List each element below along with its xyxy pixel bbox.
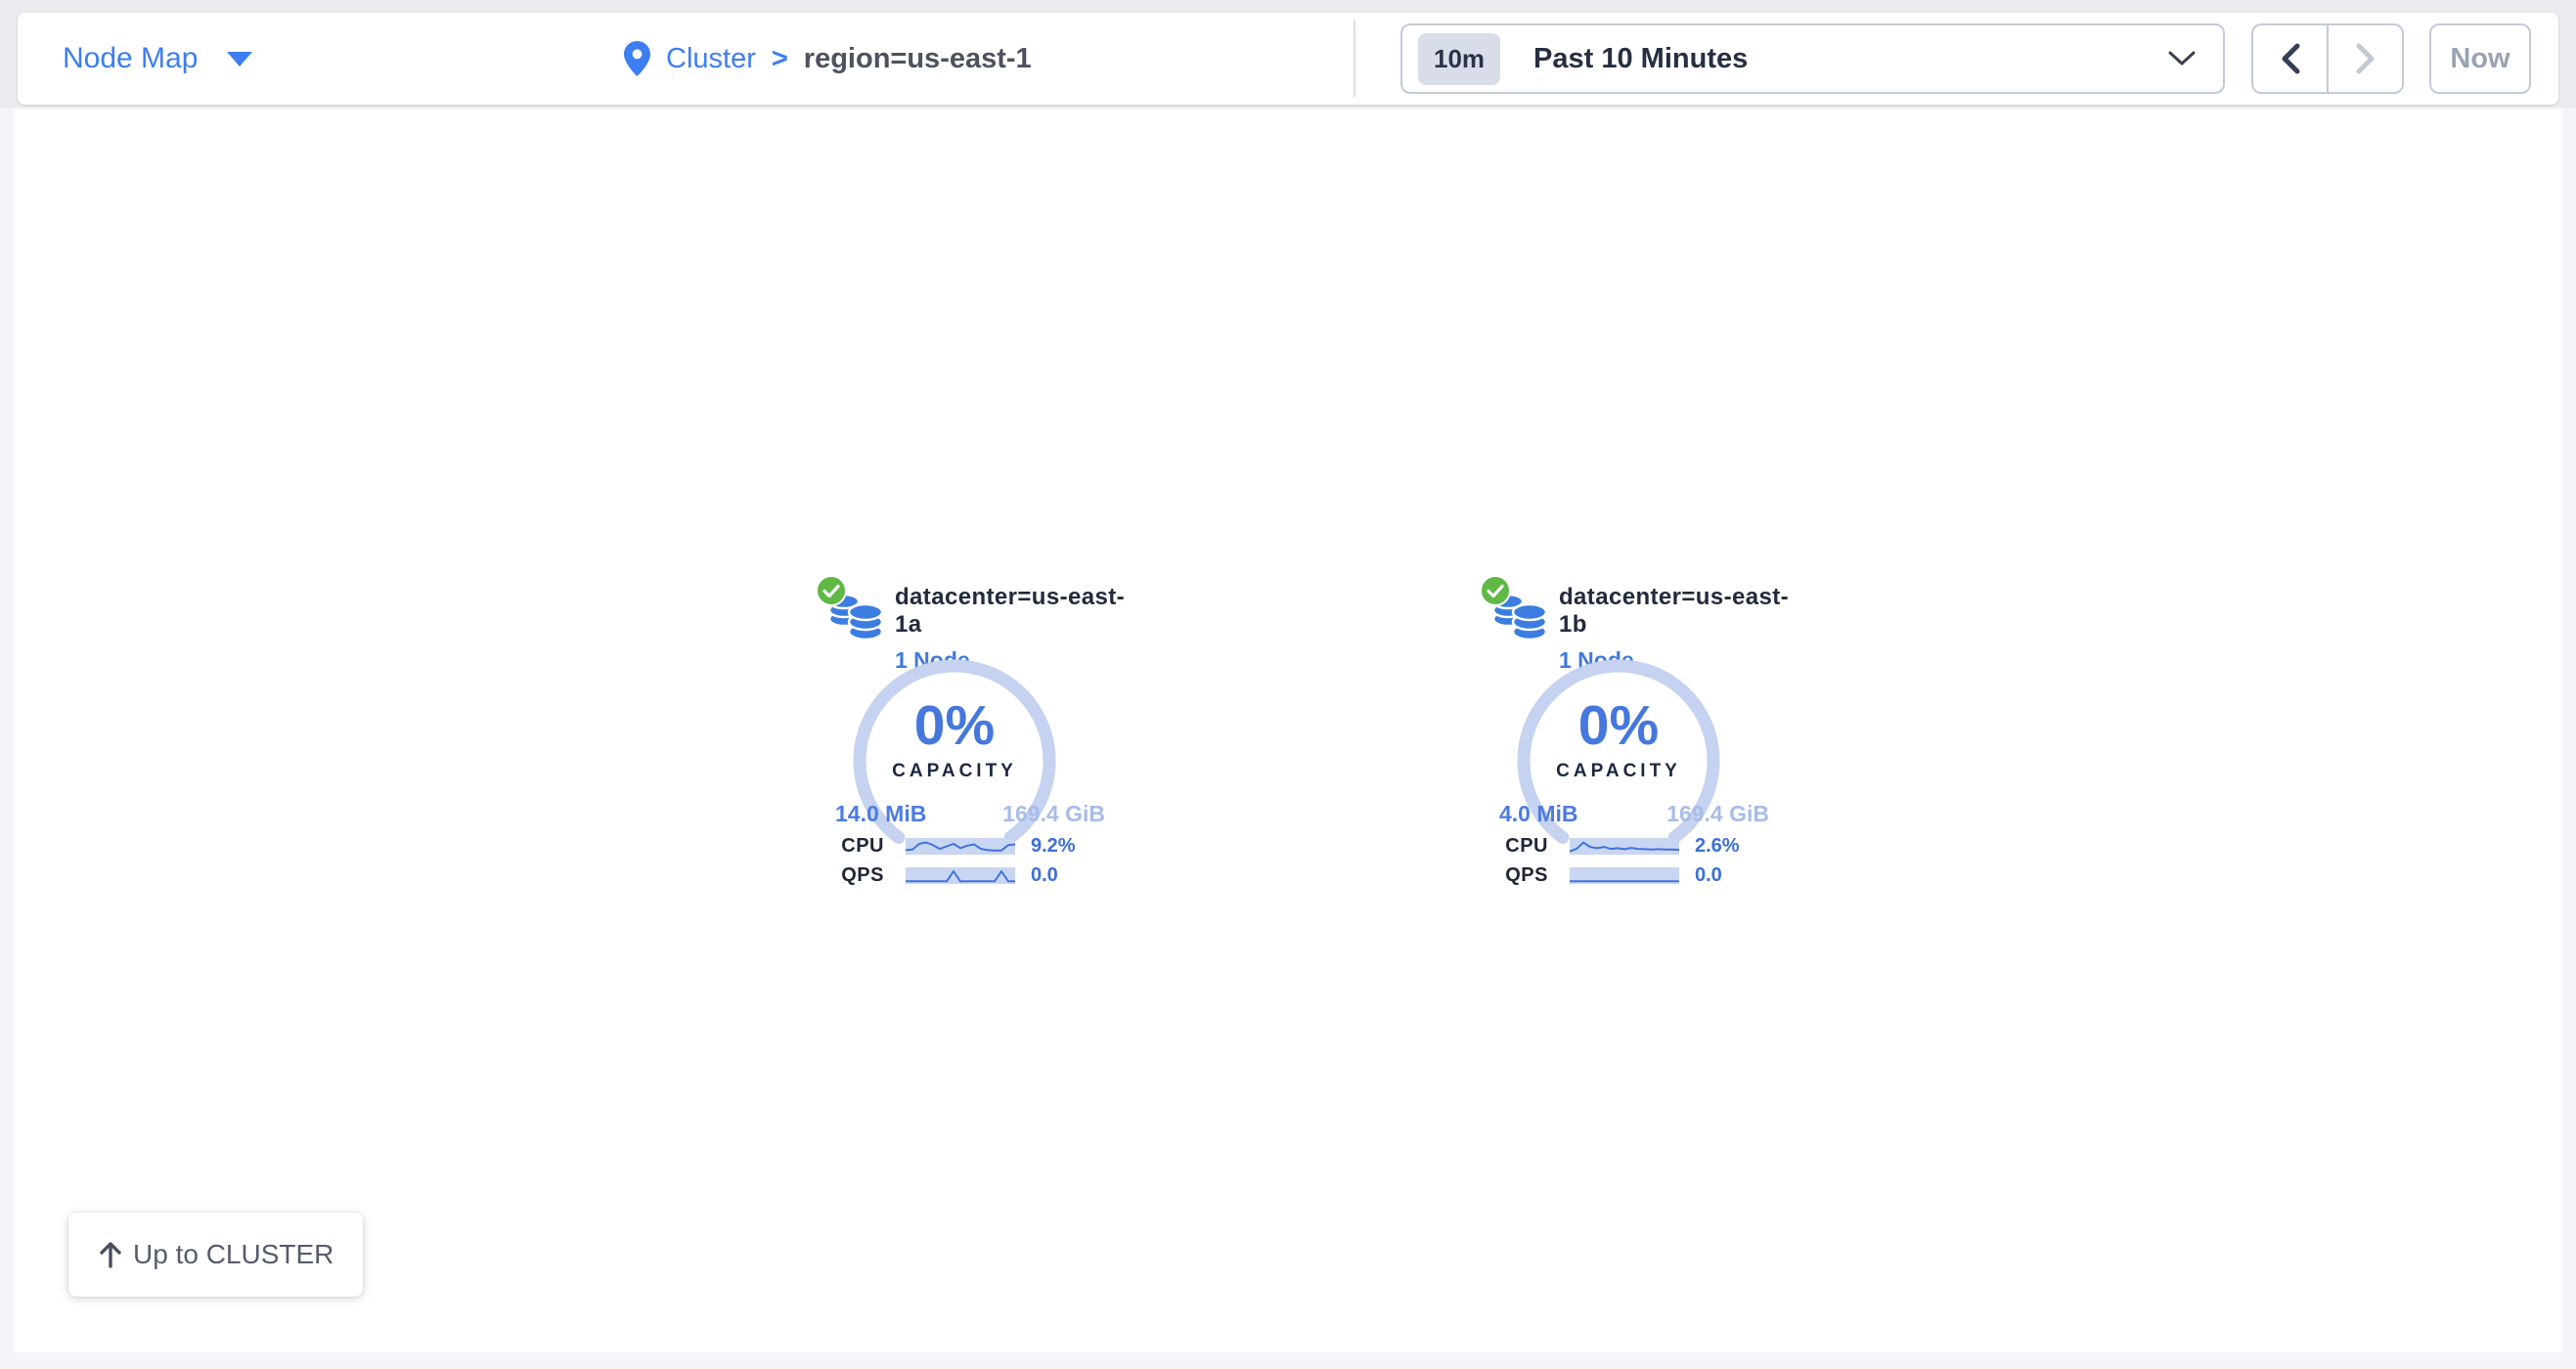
now-button[interactable]: Now xyxy=(2429,23,2531,94)
capacity-label: CAPACITY xyxy=(847,761,1062,782)
map-pin-icon xyxy=(624,41,650,76)
cpu-sparkline xyxy=(906,838,1015,855)
cpu-sparkline xyxy=(1570,838,1679,855)
time-nav-group xyxy=(2251,23,2404,94)
datacenter-icon-cluster xyxy=(1470,579,1552,643)
breadcrumb-separator: > xyxy=(772,43,788,75)
cpu-metric-row: CPU 9.2% xyxy=(778,835,1131,857)
capacity-label: CAPACITY xyxy=(1511,761,1726,782)
time-range-badge: 10m xyxy=(1418,33,1500,85)
datacenter-icon-cluster xyxy=(806,579,888,643)
cpu-value: 2.6% xyxy=(1695,835,1740,858)
map-background: datacenter=us-east-1a 1 Node 0% CAPACITY… xyxy=(0,108,2576,1369)
up-arrow-icon xyxy=(98,1241,123,1268)
cpu-metric-row: CPU 2.6% xyxy=(1443,835,1795,857)
capacity-values: 4.0 MiB 169.4 GiB xyxy=(1499,801,1769,827)
capacity-used: 14.0 MiB xyxy=(835,801,926,827)
datacenter-title: datacenter=us-east-1b xyxy=(1559,584,1795,639)
qps-label: QPS xyxy=(1443,864,1548,887)
capacity-values: 14.0 MiB 169.4 GiB xyxy=(835,801,1105,827)
cpu-label: CPU xyxy=(1443,835,1548,858)
datacenter-title: datacenter=us-east-1a xyxy=(895,584,1131,639)
capacity-used: 4.0 MiB xyxy=(1499,801,1578,827)
chevron-left-icon xyxy=(2280,43,2301,74)
time-back-button[interactable] xyxy=(2251,23,2329,94)
capacity-total: 169.4 GiB xyxy=(1666,801,1769,827)
up-to-cluster-label: Up to CLUSTER xyxy=(133,1239,333,1270)
breadcrumb-cluster-link[interactable]: Cluster xyxy=(666,43,756,75)
up-to-cluster-button[interactable]: Up to CLUSTER xyxy=(68,1213,363,1297)
healthy-check-icon xyxy=(1480,575,1511,606)
time-forward-button[interactable] xyxy=(2327,23,2404,94)
node-map-canvas: datacenter=us-east-1a 1 Node 0% CAPACITY… xyxy=(14,110,2562,1352)
qps-sparkline xyxy=(1570,867,1679,884)
cpu-label: CPU xyxy=(778,835,884,858)
time-range-label: Past 10 Minutes xyxy=(1533,43,1748,75)
view-selector-label: Node Map xyxy=(63,42,198,75)
chevron-down-icon xyxy=(2168,51,2196,66)
qps-metric-row: QPS 0.0 xyxy=(778,864,1131,886)
cpu-value: 9.2% xyxy=(1031,835,1076,858)
capacity-percentage: 0% xyxy=(847,696,1062,755)
healthy-check-icon xyxy=(816,575,847,606)
qps-metric-row: QPS 0.0 xyxy=(1443,864,1795,886)
chevron-right-icon xyxy=(2355,43,2376,74)
breadcrumb-current: region=us-east-1 xyxy=(804,43,1032,75)
qps-value: 0.0 xyxy=(1695,864,1722,887)
time-range-dropdown[interactable]: 10m Past 10 Minutes xyxy=(1400,23,2225,94)
capacity-total: 169.4 GiB xyxy=(1002,801,1105,827)
topbar-divider xyxy=(1354,21,1355,97)
now-button-label: Now xyxy=(2450,43,2509,75)
qps-sparkline xyxy=(906,867,1015,884)
caret-down-icon xyxy=(227,52,252,66)
qps-value: 0.0 xyxy=(1031,864,1058,887)
datacenter-card-us-east-1a[interactable]: datacenter=us-east-1a 1 Node 0% CAPACITY… xyxy=(778,579,1131,902)
qps-label: QPS xyxy=(778,864,884,887)
datacenter-card-us-east-1b[interactable]: datacenter=us-east-1b 1 Node 0% CAPACITY… xyxy=(1443,579,1795,902)
breadcrumb: Cluster > region=us-east-1 xyxy=(624,13,1032,105)
top-bar: Node Map Cluster > region=us-east-1 10m … xyxy=(18,13,2558,105)
capacity-percentage: 0% xyxy=(1511,696,1726,755)
view-selector-dropdown[interactable]: Node Map xyxy=(63,13,252,105)
